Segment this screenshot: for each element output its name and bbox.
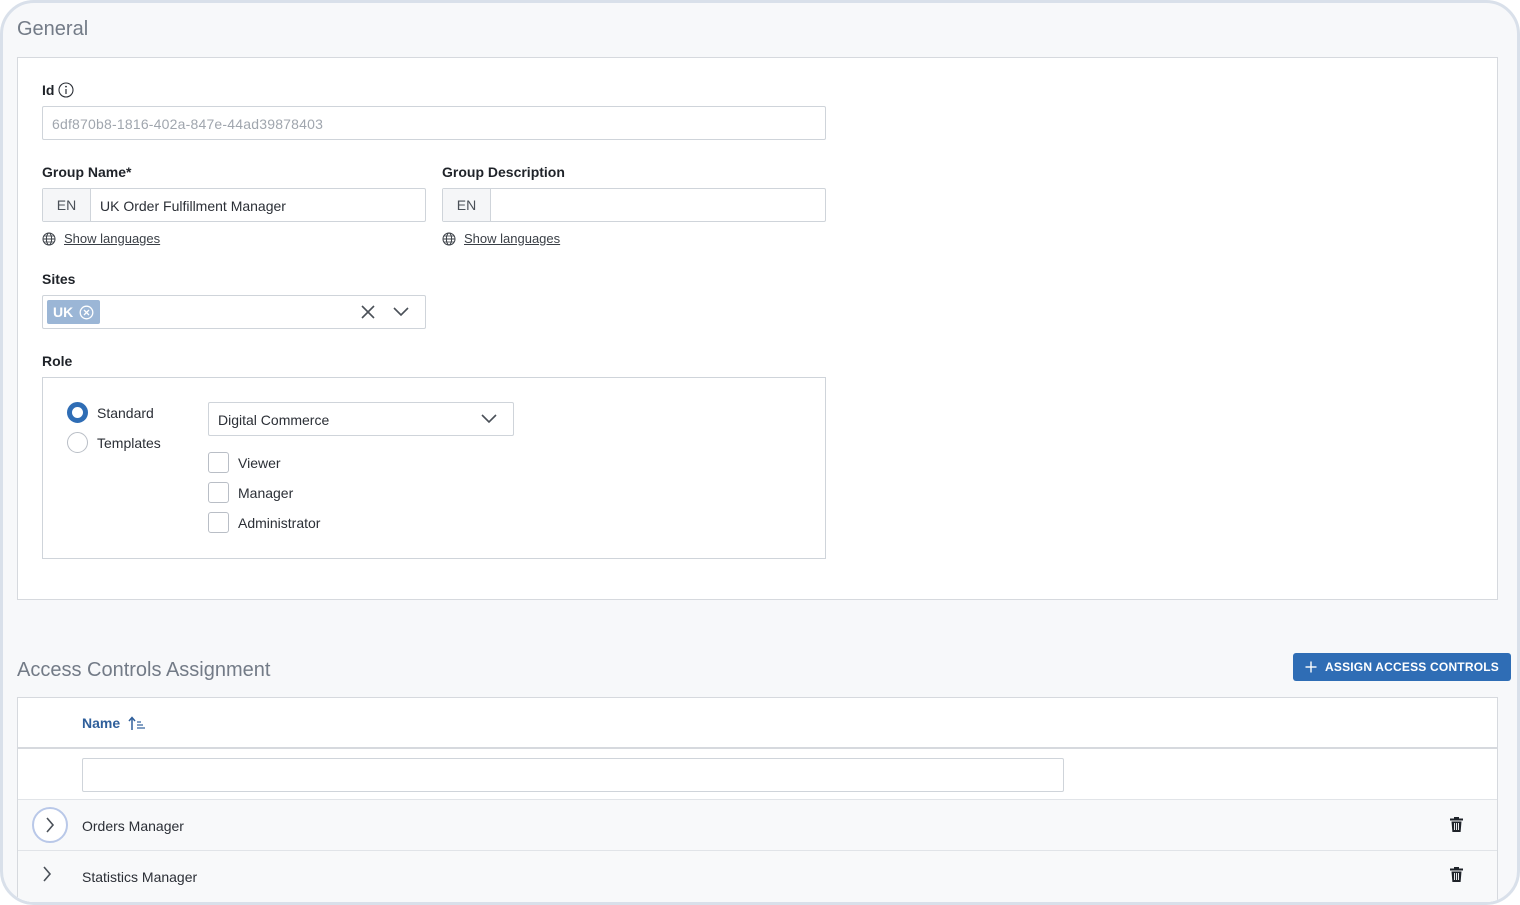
site-chip-label: UK — [53, 304, 74, 320]
sites-label: Sites — [42, 271, 76, 287]
checkbox-administrator[interactable] — [208, 512, 229, 533]
id-value: 6df870b8-1816-402a-847e-44ad39878403 — [52, 116, 324, 132]
chevron-right-icon — [46, 817, 55, 833]
access-controls-table: Name Orders Manager Statistics Manager — [17, 697, 1498, 902]
plus-icon — [1305, 661, 1317, 673]
role-label: Role — [42, 353, 73, 369]
id-field: 6df870b8-1816-402a-847e-44ad39878403 — [42, 106, 826, 140]
show-languages-link[interactable]: Show languages — [464, 231, 560, 246]
app-frame: General Id 6df870b8-1816-402a-847e-44ad3… — [0, 0, 1520, 905]
row-name: Orders Manager — [82, 818, 184, 834]
clear-icon[interactable] — [361, 305, 375, 319]
group-name-lang: EN — [43, 189, 91, 221]
expand-row-button[interactable] — [32, 807, 68, 843]
checkbox-viewer-label[interactable]: Viewer — [238, 455, 281, 471]
general-card: Id 6df870b8-1816-402a-847e-44ad39878403 … — [17, 57, 1498, 600]
general-section-title: General — [17, 18, 89, 40]
role-box: Standard Templates Digital Commerce View… — [42, 377, 826, 559]
group-name-label: Group Name* — [42, 164, 132, 180]
sort-ascending-icon[interactable] — [128, 715, 146, 731]
column-header-name-label: Name — [82, 715, 121, 731]
group-description-field[interactable]: EN — [442, 188, 826, 222]
group-name-field[interactable]: EN UK Order Fulfillment Manager — [42, 188, 426, 222]
trash-icon[interactable] — [1450, 867, 1463, 882]
role-category-select[interactable]: Digital Commerce — [208, 402, 514, 436]
name-filter-input[interactable] — [82, 758, 1064, 792]
radio-templates[interactable] — [67, 432, 88, 453]
id-label: Id — [42, 82, 55, 98]
chevron-down-icon[interactable] — [393, 307, 409, 317]
site-chip-uk: UK — [47, 300, 101, 324]
checkbox-administrator-label[interactable]: Administrator — [238, 515, 320, 531]
expand-row-button[interactable] — [42, 866, 52, 882]
globe-icon — [442, 232, 456, 245]
access-controls-section-title: Access Controls Assignment — [17, 659, 271, 681]
table-header: Name — [18, 698, 1497, 749]
table-row[interactable]: Statistics Manager — [18, 850, 1497, 902]
assign-access-controls-button[interactable]: ASSIGN ACCESS CONTROLS — [1293, 653, 1511, 681]
checkbox-viewer[interactable] — [208, 452, 229, 473]
role-category-value: Digital Commerce — [218, 412, 330, 428]
radio-standard[interactable] — [67, 402, 88, 423]
checkbox-manager-label[interactable]: Manager — [238, 485, 293, 501]
group-description-label: Group Description — [442, 164, 565, 180]
sites-multiselect[interactable]: UK — [42, 295, 426, 329]
group-name-show-languages[interactable]: Show languages — [42, 231, 160, 246]
chevron-down-icon — [481, 414, 497, 424]
radio-standard-label[interactable]: Standard — [97, 405, 154, 421]
row-name: Statistics Manager — [82, 869, 198, 885]
group-description-show-languages[interactable]: Show languages — [442, 231, 560, 246]
globe-icon — [42, 232, 56, 245]
table-row[interactable]: Orders Manager — [18, 799, 1497, 850]
show-languages-link[interactable]: Show languages — [64, 231, 160, 246]
id-label-group: Id — [42, 82, 75, 98]
assign-button-label: ASSIGN ACCESS CONTROLS — [1325, 660, 1499, 674]
remove-chip-icon[interactable] — [79, 305, 94, 320]
chevron-right-icon — [43, 866, 52, 882]
filter-row — [18, 749, 1497, 799]
info-icon[interactable] — [58, 82, 75, 98]
column-header-name[interactable]: Name — [82, 715, 146, 731]
group-description-lang: EN — [443, 189, 491, 221]
group-name-value[interactable]: UK Order Fulfillment Manager — [100, 198, 286, 214]
radio-templates-label[interactable]: Templates — [97, 435, 161, 451]
checkbox-manager[interactable] — [208, 482, 229, 503]
trash-icon[interactable] — [1450, 817, 1463, 832]
